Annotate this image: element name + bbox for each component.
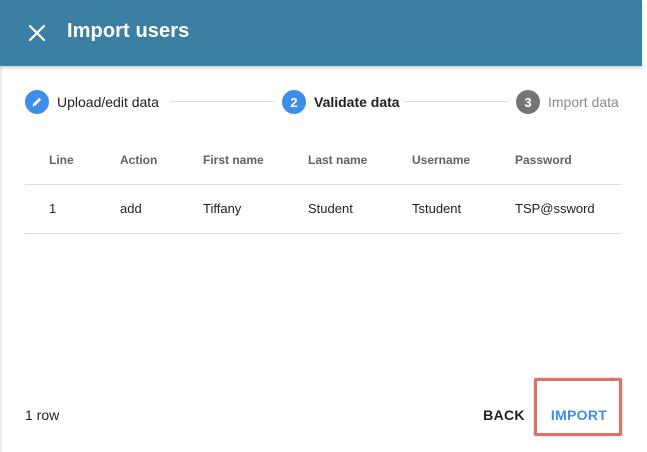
users-table: Line Action First name Last name Usernam… [25,136,621,234]
close-icon [28,24,46,42]
close-button[interactable] [26,22,48,44]
cell-line: 1 [49,201,57,216]
stepper: Upload/edit data 2 Validate data 3 Impor… [0,80,647,124]
cell-first-name: Tiffany [203,201,242,216]
row-count: 1 row [25,407,60,423]
table-header: Line Action First name Last name Usernam… [25,136,621,185]
step-connector-2 [404,101,508,102]
dialog-title: Import users [67,20,190,42]
column-header-first-name: First name [203,153,264,167]
cell-password: TSP@ssword [515,201,595,216]
cell-username: Tstudent [412,201,462,216]
step-import-data[interactable]: 3 Import data [516,90,619,114]
table-row: 1 add Tiffany Student Tstudent TSP@sswor… [25,185,621,234]
cell-last-name: Student [308,201,353,216]
column-header-password: Password [515,153,572,167]
back-button[interactable]: BACK [478,398,530,432]
column-header-line: Line [49,153,74,167]
import-users-dialog: Import users Upload/edit data 2 Validate… [0,0,647,452]
step-2-label: Validate data [314,94,400,110]
step-1-circle [25,90,49,114]
pencil-icon [32,97,42,107]
step-connector-1 [170,101,274,102]
step-validate-data[interactable]: 2 Validate data [282,90,400,114]
step-upload-edit-data[interactable]: Upload/edit data [25,90,159,114]
step-2-circle: 2 [282,90,306,114]
page-edge [0,0,2,452]
import-button[interactable]: IMPORT [545,398,613,432]
column-header-username: Username [412,153,471,167]
dialog-header: Import users [0,0,642,66]
column-header-action: Action [120,153,158,167]
cell-action: add [120,201,142,216]
step-1-label: Upload/edit data [57,94,159,110]
step-3-label: Import data [548,94,619,110]
step-3-circle: 3 [516,90,540,114]
column-header-last-name: Last name [308,153,368,167]
